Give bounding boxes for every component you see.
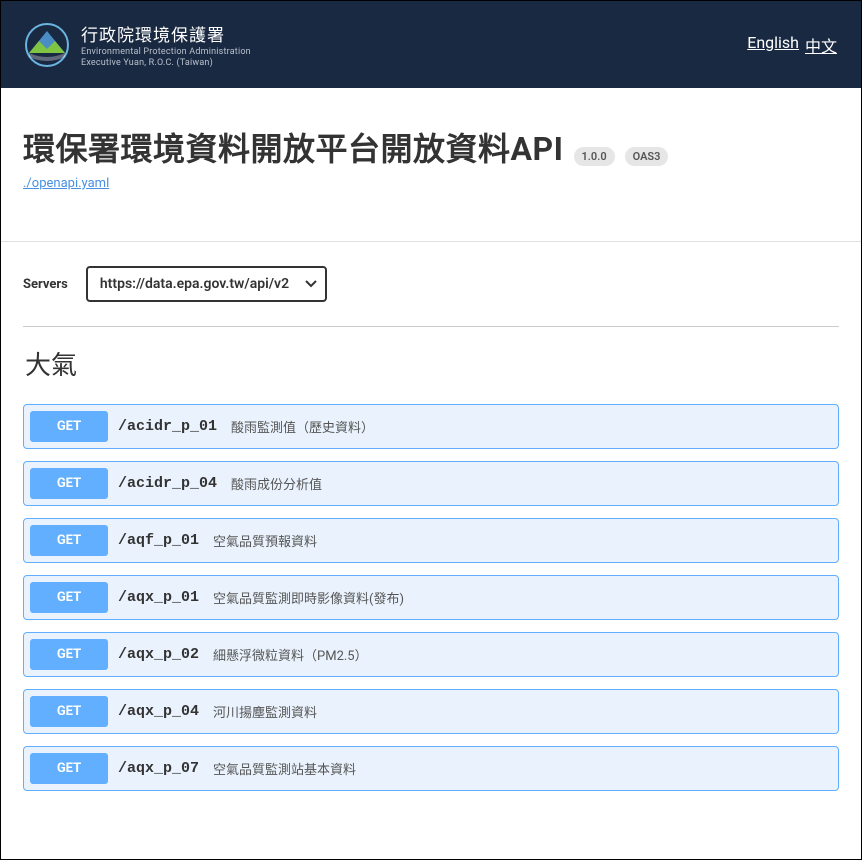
org-subtitle-1: Environmental Protection Administration (81, 47, 251, 57)
category-divider (23, 326, 839, 327)
endpoint-path: /aqx_p_07 (118, 760, 199, 777)
oas-badge: OAS3 (625, 147, 669, 166)
servers-section: Servers https://data.epa.gov.tw/api/v2 (23, 242, 839, 326)
endpoint-row[interactable]: GET/aqx_p_02 細懸浮微粒資料（PM2.5） (23, 632, 839, 677)
org-subtitle-2: Executive Yuan, R.O.C. (Taiwan) (81, 58, 251, 68)
endpoint-description: 空氣品質監測即時影像資料(發布) (213, 588, 404, 607)
api-title-row: 環保署環境資料開放平台開放資料API 1.0.0 OAS3 (23, 124, 839, 170)
endpoint-description: 空氣品質預報資料 (213, 531, 317, 550)
endpoint-path: /acidr_p_01 (118, 418, 217, 435)
epa-logo-icon (25, 23, 69, 67)
endpoint-path: /aqx_p_01 (118, 589, 199, 606)
method-badge: GET (30, 639, 108, 670)
method-badge: GET (30, 525, 108, 556)
method-badge: GET (30, 411, 108, 442)
endpoint-row[interactable]: GET/acidr_p_04 酸雨成份分析值 (23, 461, 839, 506)
endpoint-description: 酸雨成份分析值 (231, 474, 322, 493)
endpoint-description: 河川揚塵監測資料 (213, 702, 317, 721)
openapi-spec-link[interactable]: ./openapi.yaml (23, 176, 109, 191)
endpoints-list: GET/acidr_p_01 酸雨監測值（歷史資料） GET/acidr_p_04 酸… (23, 404, 839, 791)
endpoint-path: /acidr_p_04 (118, 475, 217, 492)
api-header: 環保署環境資料開放平台開放資料API 1.0.0 OAS3 ./openapi.… (23, 124, 839, 191)
servers-select-wrap: https://data.epa.gov.tw/api/v2 (86, 266, 327, 302)
endpoint-row[interactable]: GET/aqx_p_04 河川揚塵監測資料 (23, 689, 839, 734)
endpoint-path: /aqx_p_02 (118, 646, 199, 663)
main-content: 環保署環境資料開放平台開放資料API 1.0.0 OAS3 ./openapi.… (1, 88, 861, 791)
version-badge: 1.0.0 (574, 147, 615, 166)
endpoint-description: 空氣品質監測站基本資料 (213, 759, 356, 778)
org-title: 行政院環境保護署 (81, 21, 251, 46)
endpoint-row[interactable]: GET/acidr_p_01 酸雨監測值（歷史資料） (23, 404, 839, 449)
category-title: 大氣 (23, 345, 839, 382)
endpoint-row[interactable]: GET/aqx_p_07 空氣品質監測站基本資料 (23, 746, 839, 791)
org-info: 行政院環境保護署 Environmental Protection Admini… (81, 21, 251, 68)
lang-switcher: English 中文 (747, 33, 837, 57)
endpoint-path: /aqf_p_01 (118, 532, 199, 549)
app-header: 行政院環境保護署 Environmental Protection Admini… (1, 1, 861, 88)
method-badge: GET (30, 468, 108, 499)
servers-select[interactable]: https://data.epa.gov.tw/api/v2 (86, 266, 327, 302)
method-badge: GET (30, 753, 108, 784)
api-title: 環保署環境資料開放平台開放資料API (23, 124, 564, 170)
method-badge: GET (30, 696, 108, 727)
lang-english-link[interactable]: English (747, 33, 799, 57)
endpoint-row[interactable]: GET/aqf_p_01 空氣品質預報資料 (23, 518, 839, 563)
method-badge: GET (30, 582, 108, 613)
endpoint-path: /aqx_p_04 (118, 703, 199, 720)
endpoint-description: 細懸浮微粒資料（PM2.5） (213, 645, 368, 664)
endpoint-description: 酸雨監測值（歷史資料） (231, 417, 374, 436)
endpoint-row[interactable]: GET/aqx_p_01 空氣品質監測即時影像資料(發布) (23, 575, 839, 620)
servers-label: Servers (23, 277, 68, 292)
lang-chinese-link[interactable]: 中文 (805, 33, 837, 57)
header-left: 行政院環境保護署 Environmental Protection Admini… (25, 21, 251, 68)
